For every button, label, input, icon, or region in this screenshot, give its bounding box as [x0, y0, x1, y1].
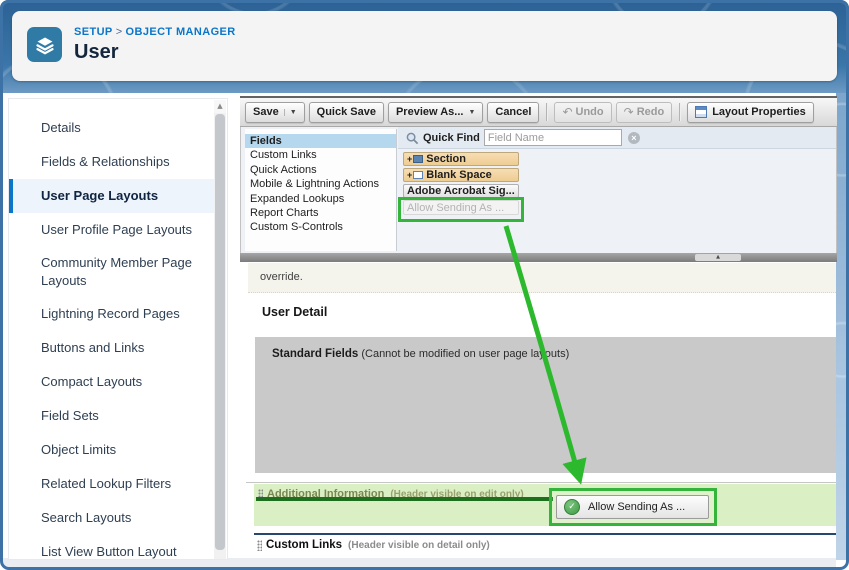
sidebar-item-fields-relationships[interactable]: Fields & Relationships [9, 145, 216, 179]
palette-item-label: Section [426, 153, 466, 165]
palette-item-adobe-acrobat[interactable]: Adobe Acrobat Sig... [403, 184, 519, 198]
sidebar-item-compact-layouts[interactable]: Compact Layouts [9, 365, 216, 399]
toolbar-separator [679, 103, 680, 121]
palette-item-label: Blank Space [426, 169, 491, 181]
sidebar-item-list-view-button-layout[interactable]: List View Button Layout [9, 535, 216, 569]
cancel-button[interactable]: Cancel [487, 102, 539, 123]
check-icon: ✓ [564, 499, 580, 515]
layout-section-title: User Detail [262, 305, 327, 319]
standard-fields-text: Standard Fields (Cannot be modified on u… [272, 348, 569, 360]
sidebar-item-details[interactable]: Details [9, 111, 216, 145]
cancel-label: Cancel [495, 106, 531, 118]
dropped-field-label: Allow Sending As ... [588, 501, 685, 513]
plus-icon: + [407, 154, 412, 164]
undo-icon: ↶ [562, 107, 572, 117]
search-icon [406, 132, 419, 145]
layers-icon [33, 33, 57, 57]
palette-category-expanded-lookups[interactable]: Expanded Lookups [245, 192, 396, 206]
page-title: User [74, 41, 118, 64]
redo-icon: ↷ [624, 107, 634, 117]
palette-category-custom-links[interactable]: Custom Links [245, 148, 396, 162]
scroll-up-icon[interactable]: ▲ [214, 100, 226, 113]
sidebar-item-related-lookup-filters[interactable]: Related Lookup Filters [9, 467, 216, 501]
toolbar-separator [546, 103, 547, 121]
page-layout-editor-screen: SETUP>OBJECT MANAGER User DetailsFields … [0, 0, 849, 570]
palette-category-quick-actions[interactable]: Quick Actions [245, 163, 396, 177]
quick-save-label: Quick Save [317, 106, 376, 118]
dropped-field-allow-sending-as[interactable]: ✓ Allow Sending As ... [556, 495, 709, 519]
custom-links-header: Custom Links (Header visible on detail o… [257, 539, 490, 551]
sidebar-item-buttons-and-links[interactable]: Buttons and Links [9, 331, 216, 365]
annotation-highlight-box-palette [398, 197, 524, 222]
background-right-strip [836, 93, 849, 560]
additional-information-section: Additional Information (Header visible o… [254, 484, 836, 526]
sidebar-item-field-sets[interactable]: Field Sets [9, 399, 216, 433]
annotation-highlight-box-drop: ✓ Allow Sending As ... [549, 488, 717, 526]
save-button[interactable]: Save ▼ [245, 102, 305, 123]
redo-label: Redo [637, 106, 665, 118]
sidebar-item-object-limits[interactable]: Object Limits [9, 433, 216, 467]
palette-item-label: Adobe Acrobat Sig... [407, 185, 515, 197]
palette-category-fields[interactable]: Fields [245, 134, 396, 148]
palette-item-section[interactable]: + Section [403, 152, 519, 166]
standard-fields-note: (Cannot be modified on user page layouts… [361, 348, 569, 360]
layout-properties-icon [695, 106, 707, 118]
undo-button[interactable]: ↶ Undo [554, 102, 611, 123]
collapse-handle[interactable]: ▲ [695, 254, 741, 261]
quick-find-input[interactable] [484, 129, 622, 146]
scrollbar-thumb[interactable] [215, 114, 225, 550]
palette-panel: FieldsCustom LinksQuick ActionsMobile & … [240, 127, 837, 253]
breadcrumb-separator: > [113, 26, 126, 38]
palette-collapse-bar: ▲ [240, 253, 837, 262]
preview-as-label: Preview As... [396, 106, 463, 118]
section-divider-line [254, 533, 836, 535]
layout-properties-button[interactable]: Layout Properties [687, 102, 814, 123]
sidebar-scrollbar[interactable]: ▲ [214, 100, 226, 559]
palette-item-blank-space[interactable]: + Blank Space [403, 168, 519, 182]
section-divider [246, 482, 836, 483]
sidebar-item-community-member-page-layouts[interactable]: Community Member Page Layouts [9, 247, 216, 297]
clear-search-icon[interactable]: × [628, 132, 640, 144]
blank-space-icon [413, 171, 423, 179]
quick-find-row: Quick Find × [398, 127, 836, 149]
plus-icon: + [407, 170, 412, 180]
layout-editor-toolbar: Save ▼ Quick Save Preview As... ▼ Cancel… [240, 96, 837, 127]
section-icon [413, 155, 423, 163]
quick-find-label: Quick Find [423, 132, 480, 144]
sidebar-item-user-profile-page-layouts[interactable]: User Profile Page Layouts [9, 213, 216, 247]
object-manager-sidebar: DetailsFields & RelationshipsUser Page L… [8, 98, 228, 560]
drag-handle-icon[interactable] [257, 540, 262, 551]
undo-label: Undo [576, 106, 604, 118]
breadcrumb-setup-link[interactable]: SETUP [74, 26, 113, 38]
page-header-card: SETUP>OBJECT MANAGER User [12, 11, 837, 81]
sidebar-nav: DetailsFields & RelationshipsUser Page L… [9, 111, 216, 569]
object-manager-icon [27, 27, 62, 62]
preview-as-dropdown-icon[interactable]: ▼ [468, 109, 475, 116]
palette-category-mobile-lightning-actions[interactable]: Mobile & Lightning Actions [245, 177, 396, 191]
quick-save-button[interactable]: Quick Save [309, 102, 384, 123]
sidebar-item-search-layouts[interactable]: Search Layouts [9, 501, 216, 535]
palette-category-list: FieldsCustom LinksQuick ActionsMobile & … [245, 129, 397, 251]
custom-links-title: Custom Links [266, 539, 342, 551]
sidebar-item-lightning-record-pages[interactable]: Lightning Record Pages [9, 297, 216, 331]
custom-links-note: (Header visible on detail only) [348, 540, 490, 551]
preview-as-button[interactable]: Preview As... ▼ [388, 102, 483, 123]
save-label: Save [253, 106, 279, 118]
standard-fields-title: Standard Fields [272, 348, 358, 360]
palette-category-custom-s-controls[interactable]: Custom S-Controls [245, 220, 396, 234]
breadcrumb-object-manager-link[interactable]: OBJECT MANAGER [126, 26, 236, 38]
breadcrumb: SETUP>OBJECT MANAGER [74, 26, 236, 38]
sidebar-item-user-page-layouts[interactable]: User Page Layouts [9, 179, 216, 213]
drop-indicator-line [256, 497, 553, 501]
save-dropdown-icon[interactable]: ▼ [284, 109, 297, 116]
layout-properties-label: Layout Properties [712, 106, 806, 118]
standard-fields-section: Standard Fields (Cannot be modified on u… [255, 337, 836, 473]
instruction-text: override. [248, 263, 836, 293]
palette-category-report-charts[interactable]: Report Charts [245, 206, 396, 220]
redo-button[interactable]: ↷ Redo [616, 102, 673, 123]
